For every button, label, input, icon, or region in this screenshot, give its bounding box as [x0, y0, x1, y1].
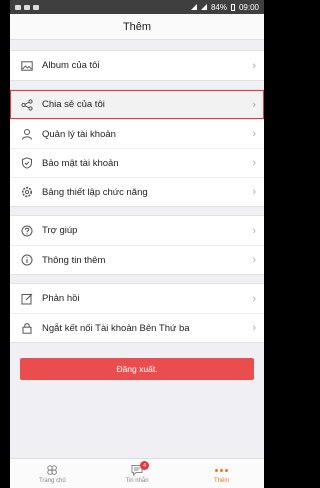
- menu-item-label: Ngắt kết nối Tài khoản Bên Thứ ba: [42, 322, 190, 334]
- chevron-right-icon: ›: [252, 186, 256, 198]
- menu-group-4: Phản hồi › Ngắt kết nối Tài khoản Bên Th…: [10, 283, 264, 343]
- tab-label: Thêm: [214, 477, 230, 484]
- home-icon: [46, 464, 58, 477]
- more-icon: [215, 464, 229, 477]
- chevron-right-icon: ›: [252, 98, 256, 111]
- shield-icon: [20, 156, 34, 170]
- menu-item-label: Quản lý tài khoản: [42, 128, 116, 140]
- page-title: Thêm: [10, 14, 264, 40]
- chevron-right-icon: ›: [252, 128, 256, 140]
- share-icon: [20, 98, 34, 112]
- menu-group-2: Chia sẻ của tôi › Quản lý tài khoản › Bả…: [10, 89, 264, 207]
- menu-item-more-info[interactable]: Thông tin thêm ›: [10, 245, 264, 274]
- user-icon: [20, 127, 34, 141]
- menu-group-1: Album của tôi ›: [10, 50, 264, 81]
- menu-item-album[interactable]: Album của tôi ›: [10, 51, 264, 80]
- chevron-right-icon: ›: [252, 59, 256, 72]
- tab-messages[interactable]: 4 Tin nhắn: [95, 459, 180, 488]
- bottom-tab-bar: Trang chủ 4 Tin nhắn Thêm: [10, 458, 264, 488]
- wifi-icon: [190, 4, 197, 10]
- menu-item-label: Album của tôi: [42, 60, 100, 71]
- chevron-right-icon: ›: [252, 157, 256, 169]
- tab-more[interactable]: Thêm: [179, 459, 264, 488]
- app-screen: 84% 09:00 Thêm Album của tôi › Chia sẻ c…: [10, 0, 264, 488]
- menu-item-account-security[interactable]: Bảo mật tài khoản ›: [10, 148, 264, 177]
- menu-item-disconnect-third-party[interactable]: Ngắt kết nối Tài khoản Bên Thứ ba ›: [10, 313, 264, 342]
- info-icon: [20, 253, 34, 267]
- tab-label: Trang chủ: [38, 477, 66, 484]
- tab-label: Tin nhắn: [125, 477, 149, 484]
- menu-item-label: Chia sẻ của tôi: [42, 99, 105, 110]
- image-notification-icon: [24, 4, 30, 10]
- menu-item-function-settings[interactable]: Bảng thiết lập chức năng ›: [10, 177, 264, 206]
- battery-icon: [230, 3, 235, 11]
- help-icon: [20, 224, 34, 238]
- menu-item-label: Bảng thiết lập chức năng: [42, 186, 148, 198]
- status-bar: 84% 09:00: [10, 0, 264, 14]
- edit-icon: [20, 292, 34, 306]
- logout-button[interactable]: Đăng xuất.: [20, 358, 254, 380]
- image-icon: [20, 59, 34, 73]
- chevron-right-icon: ›: [252, 254, 256, 266]
- menu-item-help[interactable]: Trợ giúp ›: [10, 216, 264, 245]
- menu-item-label: Trợ giúp: [42, 225, 78, 236]
- menu-item-label: Thông tin thêm: [42, 254, 106, 266]
- signal-icon: [200, 4, 207, 10]
- gear-icon: [20, 185, 34, 199]
- unread-badge: 4: [140, 461, 149, 470]
- chevron-right-icon: ›: [252, 292, 256, 305]
- chevron-right-icon: ›: [252, 224, 256, 237]
- menu-item-account-management[interactable]: Quản lý tài khoản ›: [10, 119, 264, 148]
- menu-group-3: Trợ giúp › Thông tin thêm ›: [10, 215, 264, 275]
- message-notification-icon: [33, 4, 39, 10]
- battery-level: 84%: [210, 2, 227, 12]
- menu-item-label: Phản hồi: [42, 293, 80, 304]
- menu-item-my-shares[interactable]: Chia sẻ của tôi ›: [10, 90, 264, 119]
- video-icon: [15, 4, 21, 10]
- chevron-right-icon: ›: [252, 322, 256, 334]
- clock: 09:00: [238, 2, 259, 12]
- lock-icon: [20, 321, 34, 335]
- menu-item-feedback[interactable]: Phản hồi ›: [10, 284, 264, 313]
- menu-item-label: Bảo mật tài khoản: [42, 157, 119, 169]
- tab-home[interactable]: Trang chủ: [10, 459, 95, 488]
